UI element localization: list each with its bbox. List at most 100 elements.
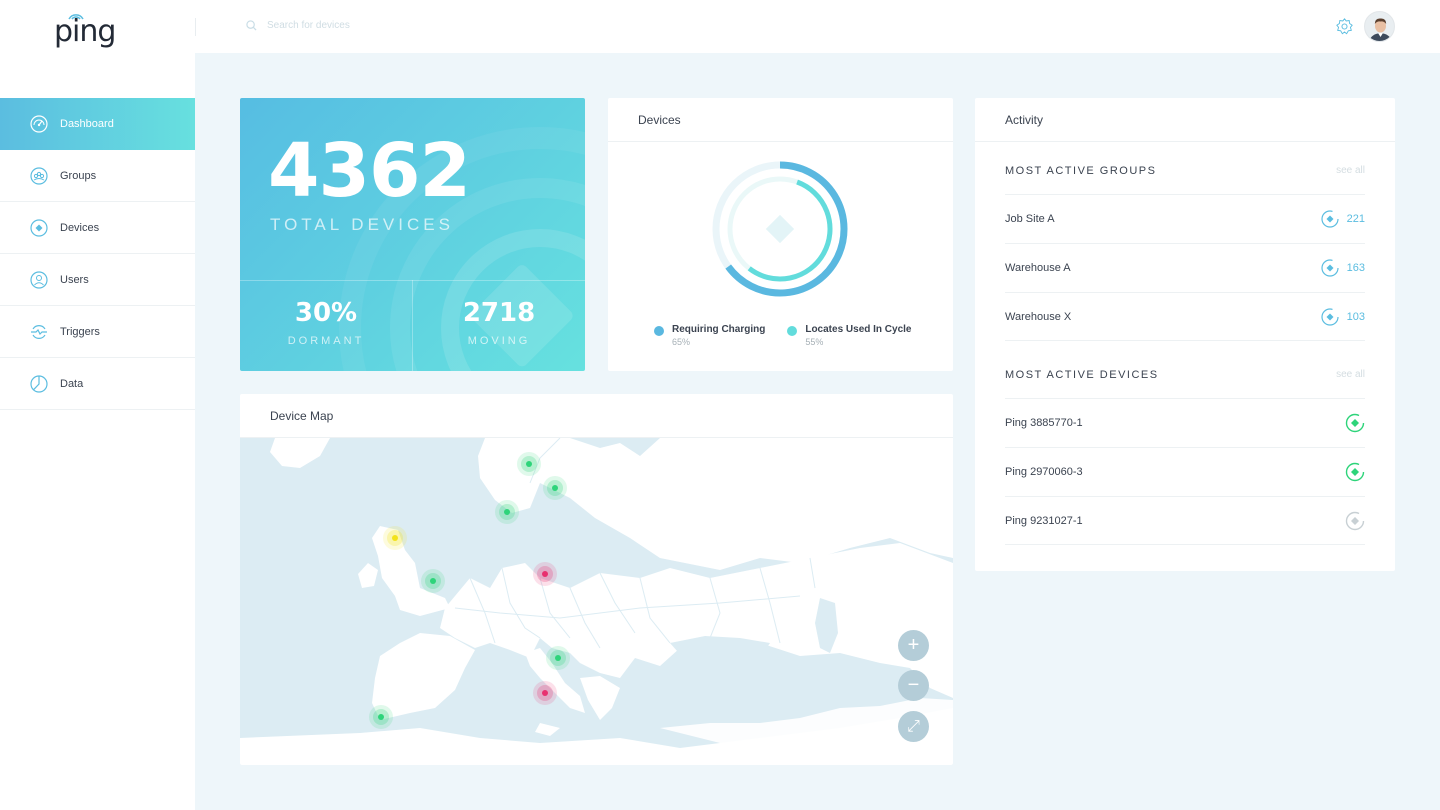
stats-card: 4362 TOTAL DEVICES 30% DORMANT 2718 MOVI…	[240, 98, 585, 371]
gear-icon[interactable]	[1336, 18, 1353, 35]
list-item[interactable]: Ping 9231027-1	[1005, 496, 1365, 545]
dormant-value: 30%	[294, 298, 358, 328]
avatar[interactable]	[1364, 11, 1395, 42]
top-bar: ping	[0, 0, 1440, 53]
group-name: Warehouse X	[1005, 310, 1072, 323]
device-icon	[1321, 307, 1339, 326]
sidebar-item-triggers[interactable]: Triggers	[0, 306, 195, 358]
device-icon	[765, 214, 795, 244]
device-icon	[1321, 210, 1339, 228]
device-icon	[30, 218, 48, 237]
legend-item-locates-used: Locates Used In Cycle 55%	[787, 324, 912, 347]
device-icon	[1321, 259, 1339, 277]
card-title: Activity	[975, 98, 1395, 142]
group-name: Job Site A	[1005, 213, 1055, 225]
inactive-device-icon	[1345, 511, 1365, 530]
dormant-label: DORMANT	[287, 335, 365, 347]
map-marker-red[interactable]	[533, 681, 557, 705]
map-marker-green[interactable]	[546, 646, 570, 670]
active-device-icon	[1345, 462, 1365, 482]
sidebar-item-data[interactable]: Data	[0, 358, 195, 410]
sidebar-item-label: Dashboard	[60, 118, 114, 130]
legend-dot	[654, 326, 664, 336]
search-icon	[246, 20, 257, 31]
total-devices-label: TOTAL DEVICES	[270, 215, 454, 234]
sidebar-item-label: Devices	[60, 221, 100, 234]
device-name: Ping 2970060-3	[1005, 466, 1083, 478]
map-marker-green[interactable]	[495, 500, 519, 524]
count-value: 103	[1346, 310, 1365, 323]
devices-card: Devices Requiring Charging 65% Locates U…	[608, 98, 953, 371]
map-marker-red[interactable]	[533, 562, 557, 586]
sidebar-item-devices[interactable]: Devices	[0, 202, 195, 254]
zoom-in-button[interactable]: +	[898, 630, 929, 661]
chart-legend: Requiring Charging 65% Locates Used In C…	[654, 324, 912, 347]
devices-section-header: MOST ACTIVE DEVICES see all	[1005, 369, 1365, 381]
sidebar-item-label: Groups	[60, 169, 97, 182]
sidebar-item-label: Users	[60, 273, 89, 286]
legend-name: Locates Used In Cycle	[805, 324, 912, 335]
see-all-devices-link[interactable]: see all	[1336, 369, 1365, 381]
moving-value: 2718	[462, 298, 536, 328]
search-bar	[246, 20, 467, 31]
legend-dot	[787, 326, 798, 336]
user-icon	[30, 270, 48, 289]
device-map-card: Device Map + − ⤢	[240, 394, 953, 765]
sidebar: Dashboard Groups Devices Users Triggers	[0, 53, 195, 810]
see-all-groups-link[interactable]: see all	[1336, 165, 1365, 177]
count-value: 221	[1346, 213, 1365, 225]
sidebar-item-groups[interactable]: Groups	[0, 150, 195, 202]
activity-card: Activity MOST ACTIVE GROUPS see all Job …	[975, 98, 1395, 571]
group-count: 103	[1321, 307, 1365, 326]
device-name: Ping 9231027-1	[1005, 514, 1083, 527]
user-photo	[1365, 12, 1394, 41]
pie-icon	[30, 374, 48, 393]
groups-section-header: MOST ACTIVE GROUPS see all	[1005, 165, 1365, 177]
map-marker-green[interactable]	[369, 705, 393, 729]
sidebar-item-dashboard[interactable]: Dashboard	[0, 98, 195, 150]
list-item[interactable]: Ping 2970060-3	[1005, 447, 1365, 496]
devices-ring-chart	[712, 161, 848, 297]
search-input[interactable]	[267, 20, 467, 31]
sidebar-item-label: Data	[60, 377, 84, 390]
logo-text: ping	[54, 14, 116, 49]
group-name: Warehouse A	[1005, 262, 1071, 274]
zoom-out-button[interactable]: −	[898, 670, 929, 701]
map-canvas[interactable]: + − ⤢	[240, 437, 953, 765]
group-count: 163	[1321, 259, 1365, 277]
section-title: MOST ACTIVE GROUPS	[1005, 165, 1157, 177]
map-marker-yellow[interactable]	[383, 526, 407, 550]
app-logo[interactable]: ping	[54, 8, 116, 49]
list-item[interactable]: Ping 3885770-1	[1005, 398, 1365, 447]
group-icon	[30, 166, 48, 185]
card-title: Device Map	[240, 394, 953, 438]
list-item[interactable]: Job Site A 221	[1005, 194, 1365, 243]
dormant-stat: 30% DORMANT	[240, 280, 412, 371]
trigger-icon	[30, 323, 48, 341]
list-item[interactable]: Warehouse A 163	[1005, 243, 1365, 292]
count-value: 163	[1346, 262, 1365, 274]
map-marker-green[interactable]	[517, 452, 541, 476]
sidebar-item-label: Triggers	[60, 325, 100, 338]
gauge-icon	[30, 115, 48, 133]
legend-item-requiring-charging: Requiring Charging 65%	[654, 324, 765, 347]
device-name: Ping 3885770-1	[1005, 417, 1083, 429]
card-title: Devices	[608, 98, 953, 142]
map-marker-green[interactable]	[543, 476, 567, 500]
section-title: MOST ACTIVE DEVICES	[1005, 369, 1159, 381]
moving-stat: 2718 MOVING	[413, 280, 585, 371]
map-marker-green[interactable]	[421, 569, 445, 593]
fullscreen-button[interactable]: ⤢	[898, 711, 929, 742]
legend-name: Requiring Charging	[672, 324, 766, 335]
legend-value: 65%	[672, 337, 691, 347]
list-item[interactable]: Warehouse X 103	[1005, 292, 1365, 341]
total-devices-value: 4362	[268, 128, 471, 214]
group-count: 221	[1321, 210, 1365, 228]
sidebar-nav: Dashboard Groups Devices Users Triggers	[0, 98, 195, 410]
divider	[195, 18, 196, 36]
active-device-icon	[1345, 413, 1365, 433]
europe-map	[240, 437, 953, 765]
moving-label: MOVING	[467, 335, 531, 347]
legend-value: 55%	[805, 337, 824, 347]
sidebar-item-users[interactable]: Users	[0, 254, 195, 306]
